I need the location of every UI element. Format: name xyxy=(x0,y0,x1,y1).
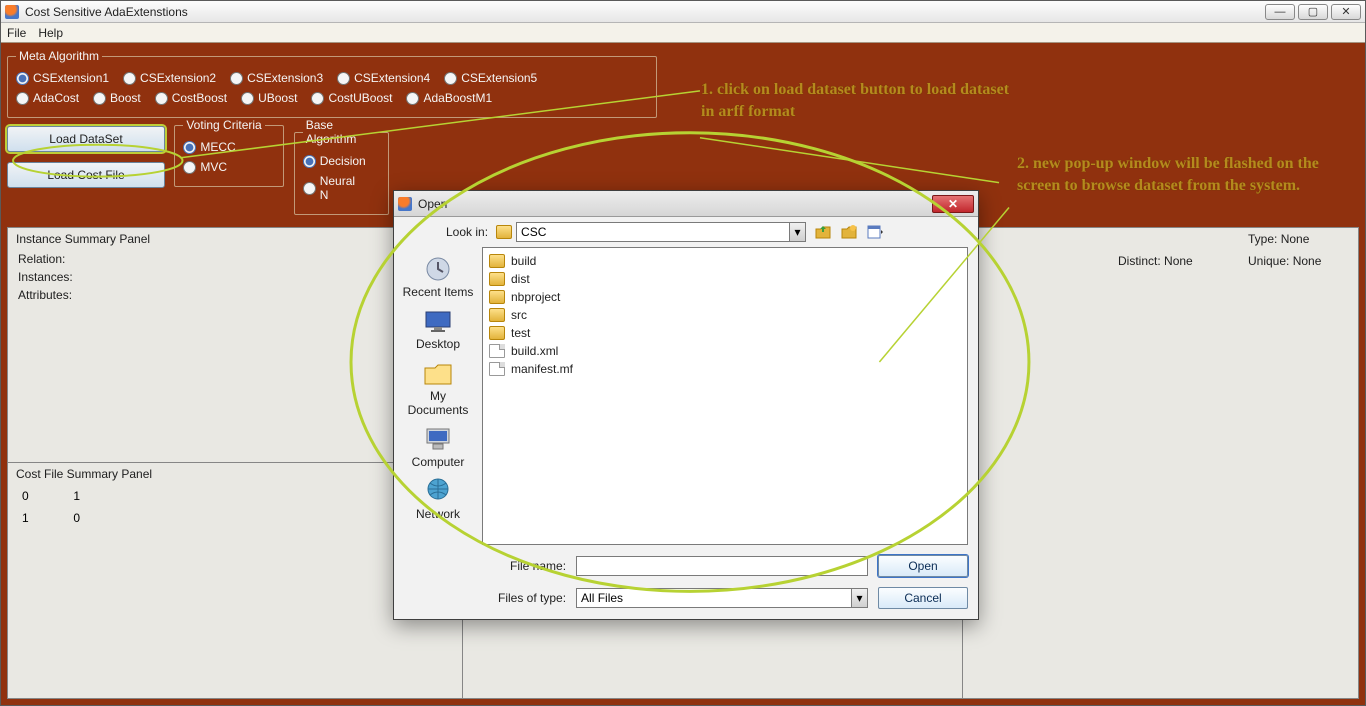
file-item[interactable]: nbproject xyxy=(489,288,961,306)
app-body: Meta Algorithm CSExtension1CSExtension2C… xyxy=(1,43,1365,705)
view-menu-icon[interactable] xyxy=(866,223,884,241)
folder-icon xyxy=(489,290,505,304)
file-icon xyxy=(489,362,505,376)
up-one-level-icon[interactable] xyxy=(814,223,832,241)
folder-icon xyxy=(496,225,512,239)
folder-icon xyxy=(489,272,505,286)
file-item[interactable]: build.xml xyxy=(489,342,961,360)
dialog-titlebar: Open ✕ xyxy=(394,191,978,217)
recent-items-icon xyxy=(420,253,456,285)
places-bar: Recent Items Desktop My Documents Computer N… xyxy=(394,247,482,547)
desktop-icon xyxy=(420,305,456,337)
menubar: File Help xyxy=(1,23,1365,43)
dialog-close-button[interactable]: ✕ xyxy=(932,195,974,213)
open-button[interactable]: Open xyxy=(878,555,968,577)
folder-icon xyxy=(489,326,505,340)
lookin-combo[interactable]: CSC ▾ xyxy=(516,222,806,242)
file-item[interactable]: build xyxy=(489,252,961,270)
dialog-bottom: File name: Open Files of type: All Files… xyxy=(394,547,978,619)
java-icon xyxy=(398,197,412,211)
new-folder-icon[interactable] xyxy=(840,223,858,241)
cancel-button[interactable]: Cancel xyxy=(878,587,968,609)
file-icon xyxy=(489,344,505,358)
filename-input[interactable] xyxy=(576,556,868,576)
dialog-toolbar: Look in: CSC ▾ xyxy=(394,217,978,247)
file-item[interactable]: manifest.mf xyxy=(489,360,961,378)
filetype-label: Files of type: xyxy=(498,591,566,605)
place-recent-items[interactable]: Recent Items xyxy=(402,253,474,299)
dialog-title: Open xyxy=(418,197,932,211)
my-documents-icon xyxy=(420,357,456,389)
filename-label: File name: xyxy=(510,559,566,573)
file-item[interactable]: dist xyxy=(489,270,961,288)
menu-file[interactable]: File xyxy=(7,26,26,40)
file-item[interactable]: src xyxy=(489,306,961,324)
filetype-combo[interactable]: All Files ▾ xyxy=(576,588,868,608)
chevron-down-icon: ▾ xyxy=(789,223,805,241)
minimize-button[interactable]: — xyxy=(1265,4,1295,20)
open-dialog: Open ✕ Look in: CSC ▾ xyxy=(393,190,979,620)
lookin-value: CSC xyxy=(521,225,546,239)
folder-icon xyxy=(489,254,505,268)
place-desktop[interactable]: Desktop xyxy=(402,305,474,351)
place-my-documents[interactable]: My Documents xyxy=(402,357,474,417)
file-list[interactable]: builddistnbprojectsrctestbuild.xmlmanife… xyxy=(482,247,968,545)
window-title: Cost Sensitive AdaExtenstions xyxy=(25,5,1265,19)
file-item[interactable]: test xyxy=(489,324,961,342)
computer-icon xyxy=(420,423,456,455)
lookin-label: Look in: xyxy=(446,225,488,239)
chevron-down-icon: ▾ xyxy=(851,589,867,607)
app-window: Cost Sensitive AdaExtenstions — ▢ ✕ File… xyxy=(0,0,1366,706)
close-button[interactable]: ✕ xyxy=(1331,4,1361,20)
maximize-button[interactable]: ▢ xyxy=(1298,4,1328,20)
folder-icon xyxy=(489,308,505,322)
place-computer[interactable]: Computer xyxy=(402,423,474,469)
java-icon xyxy=(5,5,19,19)
filetype-value: All Files xyxy=(581,591,623,605)
network-icon xyxy=(420,475,456,507)
place-network[interactable]: Network xyxy=(402,475,474,521)
menu-help[interactable]: Help xyxy=(38,26,63,40)
titlebar: Cost Sensitive AdaExtenstions — ▢ ✕ xyxy=(1,1,1365,23)
